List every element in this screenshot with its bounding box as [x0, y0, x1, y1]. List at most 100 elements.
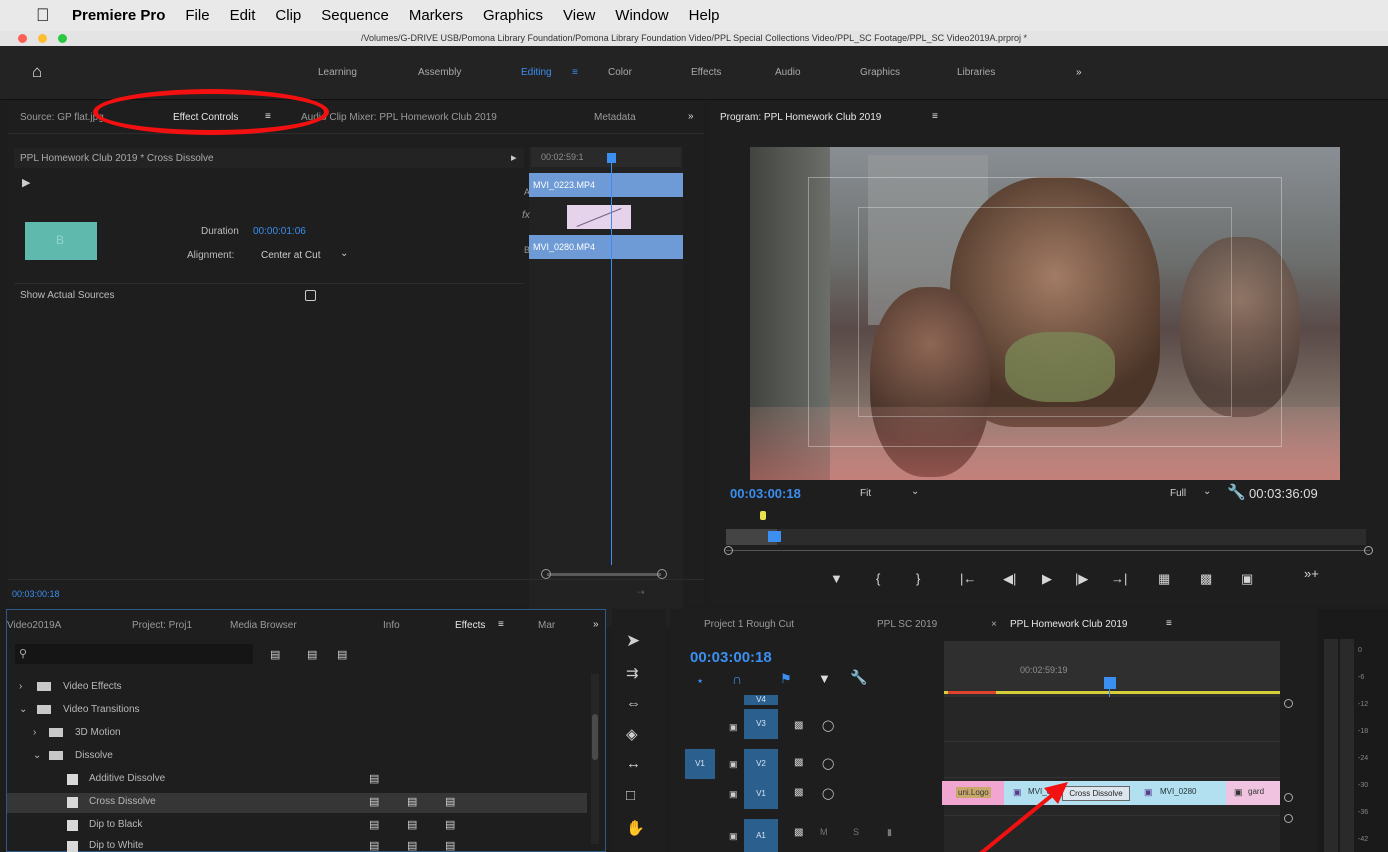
- program-time-ruler[interactable]: [726, 529, 1366, 545]
- close-tab-icon[interactable]: ×: [991, 619, 997, 630]
- effects-search-input[interactable]: ⚲: [15, 644, 253, 664]
- clip-b[interactable]: MVI_0280.MP4: [529, 235, 683, 259]
- sync-lock-icon[interactable]: ▩: [794, 720, 803, 731]
- 32bit-effects-icon[interactable]: ▤: [307, 648, 317, 661]
- track-select-tool-icon[interactable]: ⇉: [626, 664, 639, 682]
- timeline-timecode[interactable]: 00:03:00:18: [690, 649, 772, 666]
- pen-tool-icon[interactable]: □: [626, 787, 635, 804]
- ripple-edit-tool-icon[interactable]: ⇔: [626, 695, 641, 712]
- tab-menu-icon[interactable]: ≡: [498, 619, 504, 630]
- eye-icon[interactable]: ◯: [822, 757, 834, 770]
- track-v2[interactable]: V2: [744, 749, 778, 779]
- mark-out-icon[interactable]: }: [916, 571, 920, 586]
- menu-graphics[interactable]: Graphics: [483, 7, 543, 24]
- export-frame-icon[interactable]: ⇢: [637, 587, 645, 598]
- vertical-zoom-handle[interactable]: [1284, 814, 1293, 823]
- workspace-color[interactable]: Color: [608, 67, 632, 78]
- tabs-overflow-icon[interactable]: »: [593, 619, 599, 630]
- tab-markers[interactable]: Mar: [538, 620, 555, 631]
- add-marker-icon[interactable]: ▼: [830, 571, 843, 586]
- sync-lock-icon[interactable]: ▩: [794, 757, 803, 768]
- slip-tool-icon[interactable]: ↔: [626, 755, 641, 772]
- track-a1[interactable]: A1: [744, 819, 778, 852]
- workspace-graphics[interactable]: Graphics: [860, 67, 900, 78]
- program-menu-icon[interactable]: ≡: [932, 111, 938, 122]
- track-v4[interactable]: V4: [744, 695, 778, 705]
- lock-track-icon[interactable]: ▣: [729, 789, 738, 800]
- resolution-dropdown[interactable]: Full: [1170, 488, 1186, 499]
- zoom-handle-left[interactable]: [724, 546, 733, 555]
- workspace-learning[interactable]: Learning: [318, 67, 357, 78]
- go-to-out-icon[interactable]: →|: [1111, 571, 1127, 586]
- tabs-overflow-icon[interactable]: »: [688, 111, 694, 122]
- tab-media-browser[interactable]: Media Browser: [230, 620, 297, 631]
- hand-tool-icon[interactable]: ✋: [626, 819, 645, 837]
- tab-project-1-rough-cut[interactable]: Project 1 Rough Cut: [704, 619, 794, 630]
- razor-tool-icon[interactable]: ◈: [626, 725, 638, 743]
- workspace-editing-menu-icon[interactable]: ≡: [572, 67, 578, 78]
- duration-value[interactable]: 00:00:01:06: [253, 226, 306, 237]
- lock-track-icon[interactable]: ▣: [729, 831, 738, 842]
- tab-video2019a[interactable]: Video2019A: [7, 620, 61, 631]
- home-icon[interactable]: ⌂: [32, 62, 42, 82]
- close-window-icon[interactable]: [18, 34, 27, 43]
- play-icon[interactable]: ▶: [1042, 571, 1052, 587]
- tree-item-dissolve[interactable]: ⌄ Dissolve: [7, 747, 587, 767]
- vertical-zoom-handle[interactable]: [1284, 793, 1293, 802]
- lift-icon[interactable]: ▦: [1158, 571, 1170, 587]
- effects-scrollbar[interactable]: [591, 674, 599, 844]
- tree-item-3d-motion[interactable]: › 3D Motion: [7, 724, 587, 744]
- zoom-window-icon[interactable]: [58, 34, 67, 43]
- workspace-editing[interactable]: Editing: [521, 67, 552, 78]
- mute-icon[interactable]: M: [820, 827, 828, 837]
- program-timecode[interactable]: 00:03:00:18: [730, 486, 801, 501]
- show-actual-sources-checkbox[interactable]: [305, 290, 316, 301]
- zoom-fit-dropdown[interactable]: Fit: [860, 488, 871, 499]
- go-to-in-icon[interactable]: |←: [960, 571, 976, 586]
- mini-zoom-scrollbar[interactable]: [547, 573, 661, 576]
- eye-icon[interactable]: ◯: [822, 787, 834, 800]
- chevron-down-icon[interactable]: ⌄: [1203, 486, 1211, 497]
- extract-icon[interactable]: ▩: [1200, 571, 1212, 587]
- clip-gard[interactable]: ▣ gard: [1226, 781, 1280, 805]
- voice-over-icon[interactable]: ▮: [887, 827, 892, 838]
- alignment-dropdown[interactable]: Center at Cut: [261, 250, 320, 261]
- zoom-handle-right[interactable]: [1364, 546, 1373, 555]
- tree-item-dip-to-black[interactable]: Dip to Black ▤ ▤ ▤: [7, 816, 587, 836]
- sync-lock-icon[interactable]: ▩: [794, 827, 803, 838]
- program-monitor-title[interactable]: Program: PPL Homework Club 2019: [720, 112, 881, 123]
- snap-icon[interactable]: ∩: [732, 671, 742, 687]
- workspace-assembly[interactable]: Assembly: [418, 67, 461, 78]
- zoom-handle-left[interactable]: [541, 569, 551, 579]
- tab-project-proj1[interactable]: Project: Proj1: [132, 620, 192, 631]
- tab-source[interactable]: Source: GP flat.jpg: [20, 112, 104, 123]
- app-menu[interactable]: Premiere Pro: [72, 7, 165, 24]
- linked-selection-icon[interactable]: ⚑: [780, 671, 792, 687]
- menu-edit[interactable]: Edit: [230, 7, 256, 24]
- scrollbar-thumb[interactable]: [592, 714, 598, 760]
- menu-sequence[interactable]: Sequence: [321, 7, 389, 24]
- chevron-down-icon[interactable]: ⌄: [340, 248, 348, 259]
- timeline-playhead-handle[interactable]: [1104, 677, 1116, 689]
- in-out-marker[interactable]: [760, 511, 766, 520]
- tab-audio-clip-mixer[interactable]: Audio Clip Mixer: PPL Homework Club 2019: [301, 112, 497, 123]
- expand-effect-icon[interactable]: ▸: [511, 151, 517, 164]
- track-v3[interactable]: V3: [744, 709, 778, 739]
- tree-item-additive-dissolve[interactable]: Additive Dissolve ▤: [7, 770, 587, 790]
- workspace-more-icon[interactable]: »: [1076, 67, 1082, 78]
- button-editor-icon[interactable]: »+: [1304, 566, 1319, 581]
- tab-metadata[interactable]: Metadata: [594, 112, 636, 123]
- menu-clip[interactable]: Clip: [275, 7, 301, 24]
- yuv-effects-icon[interactable]: ▤: [337, 648, 347, 661]
- program-playhead[interactable]: [768, 531, 781, 542]
- tab-menu-icon[interactable]: ≡: [1166, 618, 1172, 629]
- tab-ppl-homework-club-2019[interactable]: PPL Homework Club 2019: [1010, 619, 1127, 630]
- lock-track-icon[interactable]: ▣: [729, 759, 738, 770]
- lock-track-icon[interactable]: ▣: [729, 722, 738, 733]
- program-zoom-bar[interactable]: [726, 550, 1370, 551]
- transition-block[interactable]: [567, 205, 631, 229]
- tab-ppl-sc-2019[interactable]: PPL SC 2019: [877, 619, 937, 630]
- sync-lock-icon[interactable]: ▩: [794, 787, 803, 798]
- chevron-down-icon[interactable]: ⌄: [911, 486, 919, 497]
- zoom-handle-right[interactable]: [657, 569, 667, 579]
